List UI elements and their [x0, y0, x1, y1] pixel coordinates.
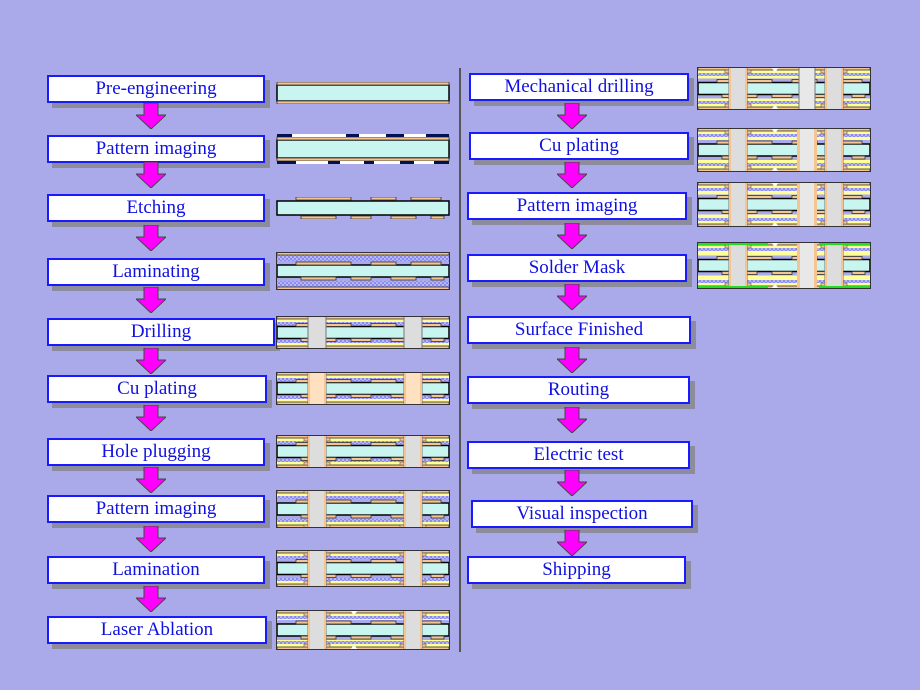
pcb-cross-section-lam2: [276, 550, 450, 587]
step-pattern-imaging-2: Pattern imaging: [47, 495, 265, 523]
step-solder-mask: Solder Mask: [467, 254, 687, 282]
pcb-cross-section-etch: [276, 197, 450, 219]
step-label: Pre-engineering: [95, 78, 217, 99]
step-electric-test: Electric test: [467, 441, 690, 469]
step-laser-ablation: Laser Ablation: [47, 616, 267, 644]
step-label: Routing: [547, 379, 610, 400]
step-label: Laser Ablation: [100, 619, 214, 640]
step-label: Pattern imaging: [95, 138, 217, 159]
step-drilling: Drilling: [47, 318, 275, 346]
step-etching: Etching: [47, 194, 265, 222]
step-label: Cu plating: [117, 378, 197, 399]
step-mechanical-drilling: Mechanical drilling: [469, 73, 689, 101]
step-cu-plating-2: Cu plating: [469, 132, 689, 160]
pcb-cross-section-pre: [276, 82, 450, 104]
pcb-cross-section-lam: [276, 252, 450, 290]
pcb-cross-section-imaging: [276, 134, 450, 164]
down-arrow-icon: [557, 470, 587, 496]
step-hole-plugging: Hole plugging: [47, 438, 265, 466]
pcb-cross-section-drill: [276, 316, 450, 349]
step-label: Pattern imaging: [516, 195, 638, 216]
column-divider: [459, 68, 461, 652]
pcb-cross-section-plate: [276, 372, 450, 405]
down-arrow-icon: [557, 223, 587, 249]
step-label: Drilling: [130, 321, 192, 342]
down-arrow-icon: [136, 348, 166, 374]
step-routing: Routing: [467, 376, 690, 404]
pcb-cross-section-mask: [697, 242, 871, 289]
step-pattern-imaging: Pattern imaging: [47, 135, 265, 163]
pcb-cross-section-cu2: [697, 128, 871, 172]
down-arrow-icon: [136, 103, 166, 129]
step-pattern-imaging-3: Pattern imaging: [467, 192, 687, 220]
step-label: Hole plugging: [101, 441, 211, 462]
step-label: Pattern imaging: [95, 498, 217, 519]
pcb-cross-section-laser: [276, 610, 450, 650]
down-arrow-icon: [557, 530, 587, 556]
step-label: Solder Mask: [528, 257, 626, 278]
down-arrow-icon: [136, 405, 166, 431]
step-label: Mechanical drilling: [504, 76, 654, 97]
step-shipping: Shipping: [467, 556, 686, 584]
step-visual-inspection: Visual inspection: [471, 500, 693, 528]
down-arrow-icon: [557, 284, 587, 310]
step-label: Visual inspection: [516, 503, 648, 524]
down-arrow-icon: [136, 586, 166, 612]
step-label: Etching: [126, 197, 186, 218]
step-cu-plating: Cu plating: [47, 375, 267, 403]
down-arrow-icon: [557, 162, 587, 188]
down-arrow-icon: [136, 526, 166, 552]
step-label: Cu plating: [539, 135, 619, 156]
pcb-cross-section-img3: [697, 182, 871, 227]
down-arrow-icon: [136, 162, 166, 188]
step-label: Surface Finished: [514, 319, 644, 340]
pcb-cross-section-plug: [276, 435, 450, 468]
step-label: Shipping: [542, 559, 611, 580]
step-pre-engineering: Pre-engineering: [47, 75, 265, 103]
down-arrow-icon: [136, 225, 166, 251]
down-arrow-icon: [557, 103, 587, 129]
pcb-cross-section-mdrill: [697, 67, 871, 110]
step-label: Electric test: [533, 444, 624, 465]
down-arrow-icon: [557, 407, 587, 433]
step-label: Lamination: [112, 559, 200, 580]
step-surface-finished: Surface Finished: [467, 316, 691, 344]
step-laminating: Laminating: [47, 258, 265, 286]
down-arrow-icon: [136, 467, 166, 493]
step-label: Laminating: [112, 261, 200, 282]
down-arrow-icon: [136, 287, 166, 313]
pcb-cross-section-img2: [276, 490, 450, 528]
step-lamination: Lamination: [47, 556, 265, 584]
down-arrow-icon: [557, 347, 587, 373]
